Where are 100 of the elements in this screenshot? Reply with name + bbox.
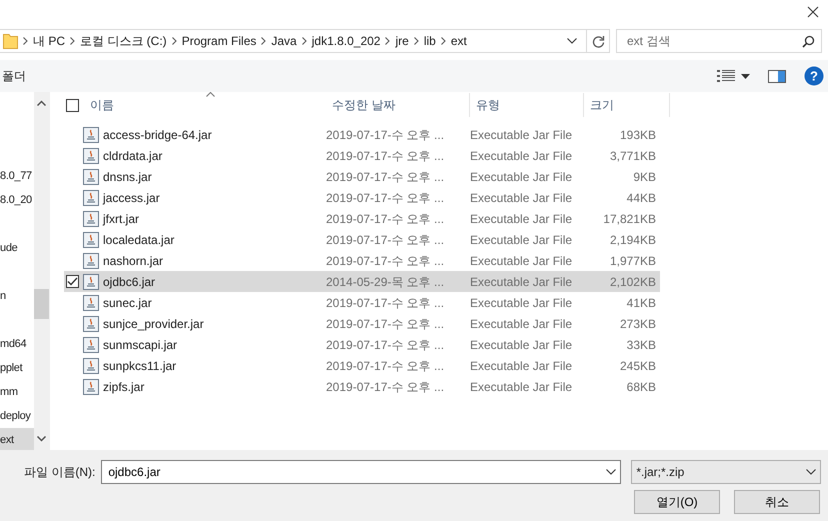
file-name: sunpkcs11.jar <box>103 358 176 374</box>
breadcrumb-item[interactable]: 로컬 디스크 (C:) <box>80 32 167 50</box>
jar-file-icon <box>83 274 99 290</box>
address-bar[interactable]: 내 PC 로컬 디스크 (C:) Program Files Java jdk1.8.0_202 jre lib ext <box>0 29 610 53</box>
modified-date: 2019-07-17-수 오후 ... <box>326 232 446 248</box>
file-size: 41KB <box>626 294 656 312</box>
file-row[interactable]: sunpkcs11.jar 2019-07-17-수 오후 ... Executable Jar File 245KB <box>64 355 660 376</box>
file-type: Executable Jar File <box>470 252 574 270</box>
file-row[interactable]: sunjce_provider.jar 2019-07-17-수 오후 ... Executable Jar File 273KB <box>64 313 660 334</box>
chevron-icon <box>302 37 307 45</box>
file-row[interactable]: jfxrt.jar 2019-07-17-수 오후 ... Executable Jar File 17,821KB <box>64 208 660 229</box>
column-header[interactable]: 수정한 날짜 <box>326 93 470 117</box>
file-row[interactable]: jaccess.jar 2019-07-17-수 오후 ... Executable Jar File 44KB <box>64 187 660 208</box>
modified-date: 2019-07-17-수 오후 ... <box>326 294 446 312</box>
file-type-dropdown[interactable]: *.jar;*.zip <box>631 460 822 484</box>
nav-item[interactable]: mm <box>0 380 18 404</box>
select-all-checkbox[interactable] <box>66 98 79 112</box>
dropdown-icon <box>806 469 816 475</box>
file-name: ojdbc6.jar <box>103 274 156 290</box>
preview-pane-icon[interactable] <box>768 70 786 82</box>
dialog-button[interactable]: 취소 <box>734 490 820 514</box>
jar-file-icon <box>83 252 99 268</box>
nav-item[interactable]: 8.0_20 <box>0 188 32 212</box>
file-name: localedata.jar <box>103 232 174 248</box>
file-name: sunmscapi.jar <box>103 336 178 354</box>
help-icon[interactable]: ? <box>804 66 824 86</box>
jar-file-icon <box>83 148 99 164</box>
file-size: 44KB <box>626 190 656 206</box>
nav-item[interactable]: md64 <box>0 332 26 356</box>
scrollbar[interactable] <box>34 92 49 450</box>
file-name: jfxrt.jar <box>103 210 139 228</box>
breadcrumb-item[interactable]: Java <box>271 32 297 50</box>
file-type: Executable Jar File <box>470 210 574 228</box>
row-checkbox[interactable] <box>66 275 79 288</box>
scrollbar-thumb[interactable] <box>34 289 49 319</box>
scroll-up-icon[interactable] <box>37 100 46 106</box>
search-icon <box>802 34 815 48</box>
view-options-button[interactable] <box>717 70 750 82</box>
chevron-icon <box>70 37 76 45</box>
breadcrumb-item[interactable]: jdk1.8.0_202 <box>312 32 380 50</box>
file-type: Executable Jar File <box>470 232 574 248</box>
dialog-button[interactable]: 열기(O) <box>634 490 720 514</box>
refresh-icon[interactable] <box>592 34 605 48</box>
filename-combo-box[interactable]: ojdbc6.jar <box>101 460 622 484</box>
breadcrumb-item[interactable]: Program Files <box>182 32 256 50</box>
search-box[interactable]: ext 검색 <box>616 29 822 53</box>
file-size: 17,821KB <box>602 210 656 228</box>
nav-item[interactable]: deploy <box>0 404 31 428</box>
file-size: 193KB <box>618 126 656 144</box>
scroll-down-icon[interactable] <box>37 436 46 442</box>
jar-file-icon <box>83 168 99 184</box>
nav-item[interactable]: 8.0_77 <box>0 164 32 188</box>
close-icon <box>807 6 819 18</box>
jar-file-icon <box>83 126 99 142</box>
file-row[interactable]: zipfs.jar 2019-07-17-수 오후 ... Executable Jar File 68KB <box>64 376 660 397</box>
column-header[interactable]: 크기 <box>584 93 670 117</box>
new-folder-button[interactable]: 폴더 <box>2 67 26 85</box>
modified-date: 2019-07-17-수 오후 ... <box>326 316 446 332</box>
dropdown-icon <box>606 469 616 475</box>
file-type: Executable Jar File <box>470 316 574 332</box>
modified-date: 2019-07-17-수 오후 ... <box>326 148 446 164</box>
modified-date: 2019-07-17-수 오후 ... <box>326 358 446 374</box>
file-type: Executable Jar File <box>470 336 574 354</box>
breadcrumb-item[interactable]: lib <box>424 32 436 50</box>
file-size: 33KB <box>626 336 656 354</box>
chevron-icon <box>172 37 177 45</box>
jar-file-icon <box>83 190 99 206</box>
nav-item[interactable]: n <box>0 284 6 308</box>
nav-item[interactable]: ude <box>0 236 18 260</box>
file-row[interactable]: nashorn.jar 2019-07-17-수 오후 ... Executable Jar File 1,977KB <box>64 250 660 271</box>
file-type: Executable Jar File <box>470 126 574 144</box>
file-name: dnsns.jar <box>103 168 152 186</box>
file-size: 1,977KB <box>608 252 656 270</box>
breadcrumb-item[interactable]: 내 PC <box>33 32 66 50</box>
file-name: sunec.jar <box>103 294 152 312</box>
file-size: 245KB <box>618 358 656 374</box>
jar-file-icon <box>83 294 99 310</box>
file-row[interactable]: sunec.jar 2019-07-17-수 오후 ... Executable Jar File 41KB <box>64 292 660 313</box>
chevron-icon <box>261 37 266 45</box>
file-row[interactable]: dnsns.jar 2019-07-17-수 오후 ... Executable Jar File 9KB <box>64 166 660 187</box>
file-type: Executable Jar File <box>470 294 574 312</box>
nav-item[interactable]: pplet <box>0 356 22 380</box>
modified-date: 2019-07-17-수 오후 ... <box>326 336 446 354</box>
file-row[interactable]: sunmscapi.jar 2019-07-17-수 오후 ... Executable Jar File 33KB <box>64 334 660 355</box>
column-header[interactable]: 유형 <box>470 93 584 117</box>
file-size: 9KB <box>632 168 656 186</box>
modified-date: 2019-07-17-수 오후 ... <box>326 168 446 186</box>
chevron-icon <box>414 37 419 45</box>
file-row[interactable]: localedata.jar 2019-07-17-수 오후 ... Executable Jar File 2,194KB <box>64 229 660 250</box>
file-name: jaccess.jar <box>103 190 160 206</box>
file-row[interactable]: ojdbc6.jar 2014-05-29-목 오후 ... Executable Jar File 2,102KB <box>64 271 660 292</box>
breadcrumb-item[interactable]: ext <box>450 32 467 50</box>
breadcrumb-item[interactable]: jre <box>395 32 409 50</box>
dropdown-icon[interactable] <box>567 38 577 44</box>
file-type: Executable Jar File <box>470 358 574 374</box>
chevron-icon <box>23 37 28 45</box>
file-row[interactable]: access-bridge-64.jar 2019-07-17-수 오후 ... Executable Jar File 193KB <box>64 124 660 145</box>
chevron-icon <box>440 37 446 45</box>
file-row[interactable]: cldrdata.jar 2019-07-17-수 오후 ... Executable Jar File 3,771KB <box>64 145 660 166</box>
file-size: 3,771KB <box>608 148 656 164</box>
